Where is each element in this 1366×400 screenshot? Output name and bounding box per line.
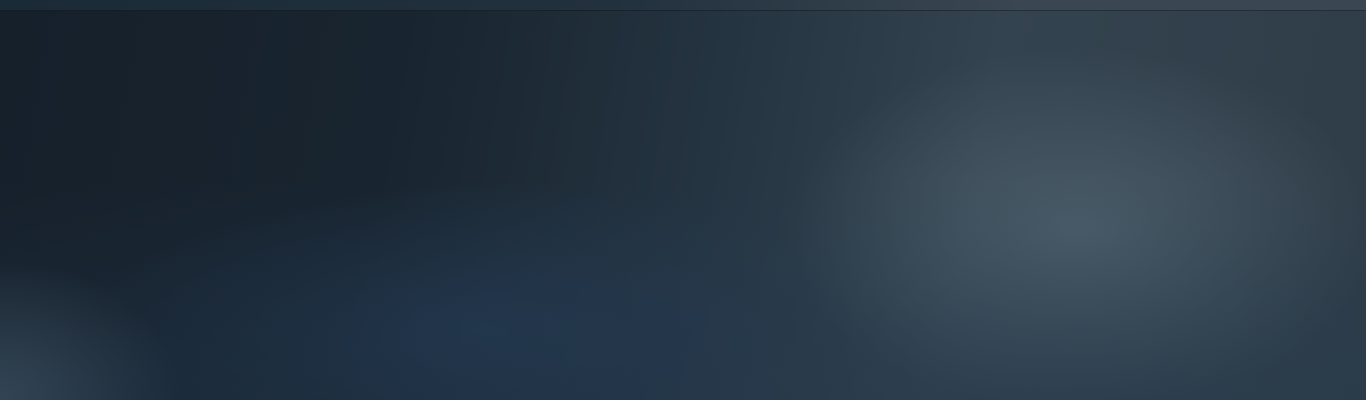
hero-banner bbox=[0, 11, 1366, 400]
page-background bbox=[0, 0, 1366, 400]
top-bar bbox=[0, 0, 1366, 11]
